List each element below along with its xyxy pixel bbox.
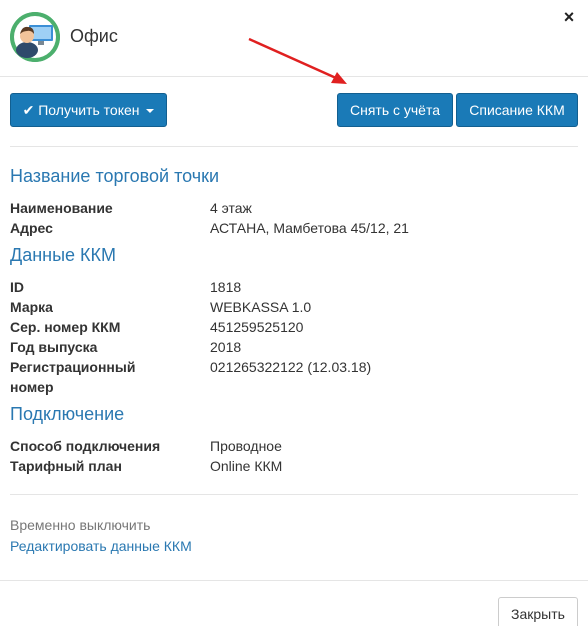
connection-heading: Подключение — [10, 404, 125, 424]
kkm-brand-value: WEBKASSA 1.0 — [210, 299, 312, 315]
kkm-id-value: 1818 — [210, 279, 242, 295]
kkm-regnum-label: Регистрационный номер — [10, 359, 136, 395]
office-worker-avatar-icon — [10, 12, 60, 62]
footer-divider — [0, 580, 588, 581]
kkm-serial-value: 451259525120 — [210, 319, 304, 335]
outlet-address-label: Адрес — [10, 220, 53, 236]
outlet-name-label: Наименование — [10, 200, 113, 216]
tariff-plan-value: Online ККМ — [210, 458, 283, 474]
temporarily-disable-text: Временно выключить — [10, 517, 151, 533]
close-button[interactable]: Закрыть — [498, 597, 578, 626]
outlet-heading: Название торговой точки — [10, 166, 220, 186]
divider — [10, 146, 578, 147]
outlet-address-value: АСТАНА, Мамбетова 45/12, 21 — [210, 220, 409, 236]
modal-header: Офис × — [0, 0, 588, 77]
kkm-brand-label: Марка — [10, 299, 53, 315]
edit-kkm-link[interactable]: Редактировать данные ККМ — [10, 538, 192, 554]
deregister-button[interactable]: Снять с учёта — [337, 93, 453, 127]
connection-type-label: Способ подключения — [10, 438, 161, 454]
get-token-label: Получить токен — [38, 102, 140, 118]
page-title: Офис — [70, 26, 118, 46]
kkm-year-value: 2018 — [210, 339, 242, 355]
close-icon[interactable]: × — [562, 8, 576, 26]
outlet-name-value: 4 этаж — [210, 200, 252, 216]
writeoff-kkm-button[interactable]: Списание ККМ — [456, 93, 578, 127]
kkm-serial-label: Сер. номер ККМ — [10, 319, 121, 335]
kkm-year-label: Год выпуска — [10, 339, 98, 355]
kkm-heading: Данные ККМ — [10, 245, 116, 265]
tariff-plan-label: Тарифный план — [10, 458, 122, 474]
check-icon: ✔ — [22, 102, 35, 118]
caret-down-icon — [146, 109, 155, 114]
get-token-button[interactable]: ✔ Получить токен — [10, 93, 167, 127]
connection-type-value: Проводное — [210, 438, 282, 454]
divider — [10, 494, 578, 495]
kkm-id-label: ID — [10, 279, 24, 295]
kkm-regnum-value: 021265322122 (12.03.18) — [210, 359, 372, 375]
